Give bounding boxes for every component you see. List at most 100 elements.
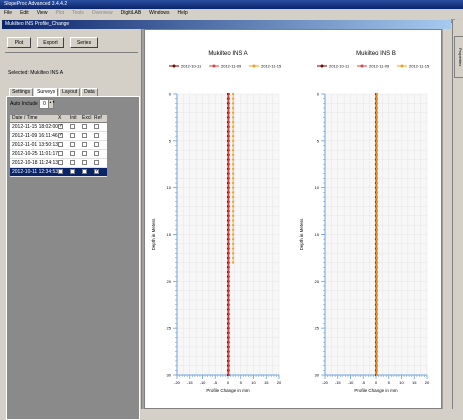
series-button[interactable]: Series — [70, 37, 98, 48]
properties-tab[interactable]: Properties — [454, 36, 463, 78]
data-point — [375, 158, 378, 161]
menu-item-edit[interactable]: Edit — [20, 10, 29, 16]
survey-checkbox[interactable] — [82, 124, 87, 129]
menu-item-digitilab[interactable]: DigitiLAB — [121, 10, 142, 16]
x-tick-label: -15 — [335, 380, 342, 385]
column-header[interactable]: Excl — [82, 115, 91, 122]
x-tick-label: 20 — [425, 380, 430, 385]
x-tick-label: 5 — [388, 380, 391, 385]
tab-data[interactable]: Data — [81, 88, 98, 96]
survey-checkbox[interactable] — [58, 123, 63, 129]
table-row[interactable]: 2012-11-01 13:50:13 — [10, 141, 107, 150]
data-point — [227, 242, 231, 245]
menu-item-help[interactable]: Help — [177, 10, 187, 16]
data-point — [227, 149, 231, 152]
data-point — [232, 233, 235, 236]
data-point — [375, 322, 378, 325]
survey-checkbox[interactable] — [70, 124, 75, 129]
survey-date: 2012-10-18 11:24:13 — [12, 160, 59, 166]
survey-checkbox[interactable] — [94, 160, 99, 165]
table-row[interactable]: 2012-11-09 16:11:46 — [10, 132, 107, 141]
survey-checkbox[interactable] — [70, 169, 75, 174]
data-point — [227, 102, 231, 105]
data-point — [227, 233, 231, 236]
column-header[interactable]: Ref — [94, 115, 102, 122]
plot-button[interactable]: Plot — [7, 37, 31, 48]
data-point — [232, 247, 235, 250]
survey-checkbox[interactable] — [94, 124, 99, 129]
tab-surveys[interactable]: Surveys — [34, 88, 59, 96]
survey-checkbox[interactable] — [70, 142, 75, 147]
chart-scrollbar[interactable] — [443, 29, 451, 409]
data-point — [232, 102, 235, 105]
survey-checkbox[interactable] — [82, 133, 87, 138]
menu-item-file[interactable]: File — [4, 10, 12, 16]
survey-checkbox[interactable] — [82, 169, 87, 174]
data-point — [375, 350, 378, 353]
export-button[interactable]: Export — [37, 37, 64, 48]
profile-change-charts: Mukilteo INS A 2012-10-11 2012-11-09 2012-1… — [151, 51, 430, 393]
legend-label: 2012-11-15 — [409, 64, 430, 69]
data-point — [375, 102, 378, 105]
data-point — [227, 247, 231, 250]
data-point — [232, 177, 235, 180]
data-point — [375, 111, 378, 114]
column-header[interactable]: X — [58, 115, 61, 122]
data-point — [375, 266, 378, 269]
y-tick-label: 5 — [169, 138, 172, 143]
survey-checkbox[interactable] — [94, 142, 99, 147]
mdi-client-area: Mukilteo INS Profile_Change Plot Export … — [2, 20, 451, 420]
y-tick-label: 25 — [167, 326, 172, 331]
y-tick-label: 0 — [169, 92, 172, 97]
survey-checkbox[interactable] — [58, 160, 63, 165]
x-tick-label: 15 — [264, 380, 269, 385]
data-point — [232, 163, 235, 166]
data-point — [227, 219, 231, 222]
column-header[interactable]: Init — [70, 115, 77, 122]
column-header[interactable]: Date / Time — [12, 115, 38, 122]
data-point — [227, 186, 231, 189]
menu-item-windows[interactable]: Windows — [149, 10, 169, 16]
survey-checkbox[interactable] — [58, 132, 63, 138]
table-row[interactable]: 2012-10-11 12:34:53 — [10, 168, 107, 177]
survey-checkbox[interactable] — [94, 133, 99, 138]
data-point — [375, 289, 378, 292]
survey-checkbox[interactable] — [94, 168, 99, 174]
table-row[interactable]: 2012-10-18 11:24:13 — [10, 159, 107, 168]
survey-checkbox[interactable] — [70, 133, 75, 138]
survey-checkbox[interactable] — [82, 151, 87, 156]
data-point — [375, 280, 378, 283]
data-point — [232, 214, 235, 217]
data-point — [232, 144, 235, 147]
y-tick-label: 30 — [167, 373, 172, 378]
tab-settings[interactable]: Settings — [9, 88, 34, 96]
legend-marker — [400, 64, 404, 68]
menu-item-overview[interactable]: Overview — [92, 10, 113, 16]
tab-layout[interactable]: Layout — [59, 88, 81, 96]
survey-checkbox[interactable] — [82, 142, 87, 147]
menu-item-plot[interactable]: Plot — [55, 10, 64, 16]
survey-checkbox[interactable] — [58, 151, 63, 156]
survey-checkbox[interactable] — [58, 142, 63, 147]
child-window-title-bar[interactable]: Mukilteo INS Profile_Change — [2, 20, 451, 29]
data-point — [227, 116, 231, 119]
survey-checkbox[interactable] — [70, 151, 75, 156]
y-tick-label: 20 — [167, 279, 172, 284]
data-point — [227, 369, 231, 372]
survey-checkbox[interactable] — [58, 169, 63, 174]
survey-checkbox[interactable] — [94, 151, 99, 156]
menu-item-tools[interactable]: Tools — [72, 10, 84, 16]
table-row[interactable]: 2012-10-25 11:01:17 — [10, 150, 107, 159]
menu-item-view[interactable]: View — [37, 10, 48, 16]
table-row[interactable]: 2012-11-15 18:02:00 — [10, 123, 107, 132]
survey-date: 2012-11-09 16:11:46 — [12, 133, 58, 139]
survey-checkbox[interactable] — [70, 160, 75, 165]
data-point — [227, 92, 231, 96]
chart-panel: Mukilteo INS A 2012-10-11 2012-11-09 2012-1… — [151, 51, 282, 393]
data-point — [375, 214, 378, 217]
data-point — [227, 308, 231, 311]
data-point — [227, 345, 231, 348]
survey-checkbox[interactable] — [82, 160, 87, 165]
auto-include-spinner[interactable]: ▲▼ — [48, 99, 55, 109]
data-point — [375, 172, 378, 175]
